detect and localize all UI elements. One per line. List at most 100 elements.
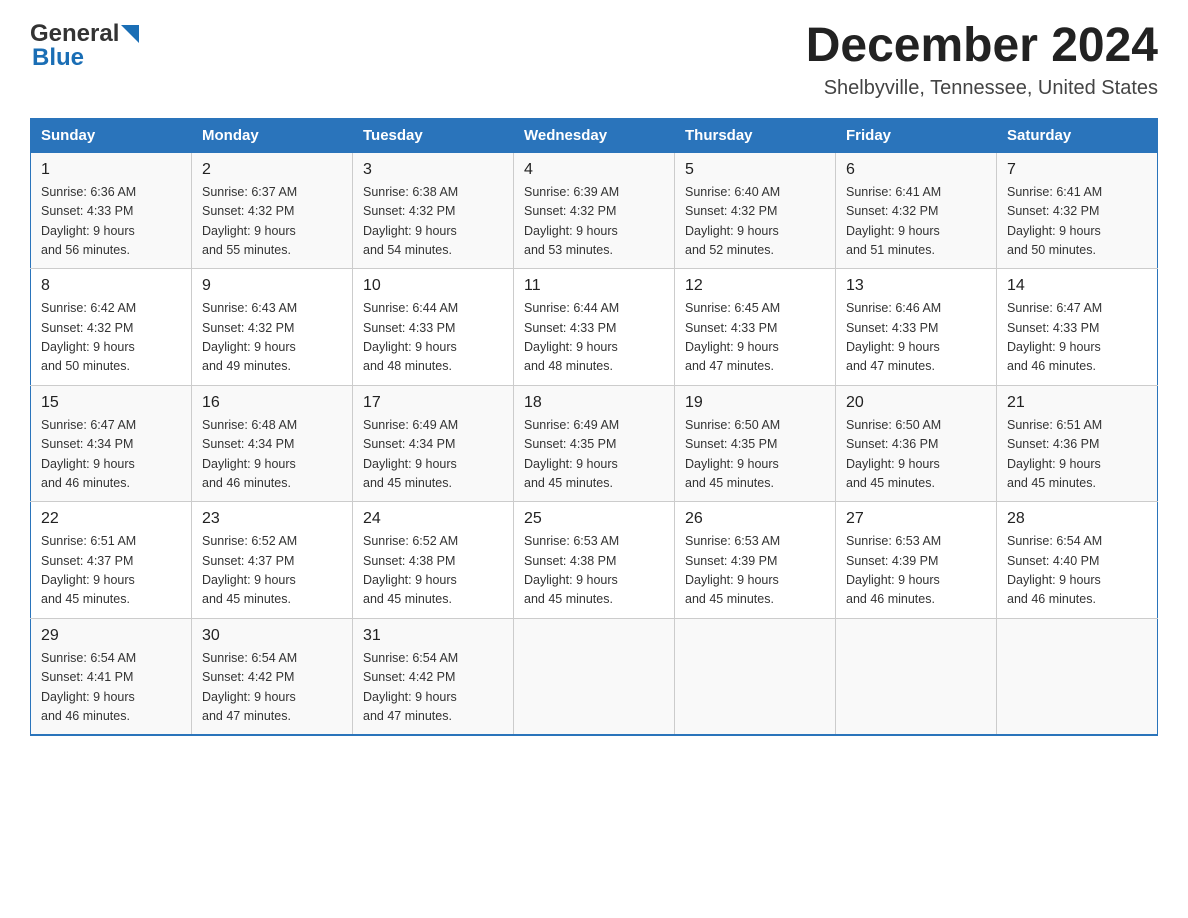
logo-blue-text: Blue bbox=[32, 44, 84, 72]
day-number: 24 bbox=[363, 510, 503, 528]
calendar-header: SundayMondayTuesdayWednesdayThursdayFrid… bbox=[31, 118, 1158, 152]
calendar-cell: 29 Sunrise: 6:54 AMSunset: 4:41 PMDayligh… bbox=[31, 618, 192, 735]
calendar-cell: 18Sunrise: 6:49 AMSunset: 4:35 PMDayligh… bbox=[514, 385, 675, 502]
calendar-cell bbox=[836, 618, 997, 735]
day-number: 6 bbox=[846, 161, 986, 179]
page-header: General Blue December 2024 Shelbyville, … bbox=[30, 20, 1158, 100]
calendar-cell bbox=[514, 618, 675, 735]
day-info: Sunrise: 6:47 AMSunset: 4:33 PMDaylight:… bbox=[1007, 299, 1147, 377]
calendar-cell: 22Sunrise: 6:51 AMSunset: 4:37 PMDayligh… bbox=[31, 502, 192, 619]
day-number: 21 bbox=[1007, 394, 1147, 412]
header-row: SundayMondayTuesdayWednesdayThursdayFrid… bbox=[31, 118, 1158, 152]
calendar-cell: 6 Sunrise: 6:41 AMSunset: 4:32 PMDaylight… bbox=[836, 152, 997, 269]
day-number: 29 bbox=[41, 627, 181, 645]
calendar-cell bbox=[675, 618, 836, 735]
calendar-cell: 8Sunrise: 6:42 AMSunset: 4:32 PMDaylight… bbox=[31, 269, 192, 386]
calendar-cell: 11Sunrise: 6:44 AMSunset: 4:33 PMDayligh… bbox=[514, 269, 675, 386]
day-info: Sunrise: 6:54 AMSunset: 4:42 PMDaylight:… bbox=[363, 649, 503, 727]
header-cell-wednesday: Wednesday bbox=[514, 118, 675, 152]
day-number: 16 bbox=[202, 394, 342, 412]
calendar-title: December 2024 bbox=[806, 20, 1158, 73]
day-info: Sunrise: 6:38 AMSunset: 4:32 PMDaylight:… bbox=[363, 183, 503, 261]
week-row-2: 8Sunrise: 6:42 AMSunset: 4:32 PMDaylight… bbox=[31, 269, 1158, 386]
day-info: Sunrise: 6:49 AMSunset: 4:34 PMDaylight:… bbox=[363, 416, 503, 494]
calendar-subtitle: Shelbyville, Tennessee, United States bbox=[806, 77, 1158, 100]
day-number: 10 bbox=[363, 277, 503, 295]
day-number: 11 bbox=[524, 277, 664, 295]
week-row-4: 22Sunrise: 6:51 AMSunset: 4:37 PMDayligh… bbox=[31, 502, 1158, 619]
week-row-5: 29 Sunrise: 6:54 AMSunset: 4:41 PMDayligh… bbox=[31, 618, 1158, 735]
day-info: Sunrise: 6:39 AMSunset: 4:32 PMDaylight:… bbox=[524, 183, 664, 261]
week-row-3: 15Sunrise: 6:47 AMSunset: 4:34 PMDayligh… bbox=[31, 385, 1158, 502]
calendar-table: SundayMondayTuesdayWednesdayThursdayFrid… bbox=[30, 118, 1158, 737]
day-info: Sunrise: 6:50 AMSunset: 4:35 PMDaylight:… bbox=[685, 416, 825, 494]
day-number: 25 bbox=[524, 510, 664, 528]
day-number: 18 bbox=[524, 394, 664, 412]
calendar-cell: 9 Sunrise: 6:43 AMSunset: 4:32 PMDaylight… bbox=[192, 269, 353, 386]
calendar-cell: 26Sunrise: 6:53 AMSunset: 4:39 PMDayligh… bbox=[675, 502, 836, 619]
calendar-cell: 13 Sunrise: 6:46 AMSunset: 4:33 PMDayligh… bbox=[836, 269, 997, 386]
day-number: 8 bbox=[41, 277, 181, 295]
day-number: 20 bbox=[846, 394, 986, 412]
calendar-cell bbox=[997, 618, 1158, 735]
header-cell-thursday: Thursday bbox=[675, 118, 836, 152]
calendar-cell: 20 Sunrise: 6:50 AMSunset: 4:36 PMDayligh… bbox=[836, 385, 997, 502]
day-info: Sunrise: 6:52 AMSunset: 4:37 PMDaylight:… bbox=[202, 532, 342, 610]
logo: General Blue bbox=[30, 20, 139, 72]
day-number: 19 bbox=[685, 394, 825, 412]
day-info: Sunrise: 6:44 AMSunset: 4:33 PMDaylight:… bbox=[363, 299, 503, 377]
day-number: 14 bbox=[1007, 277, 1147, 295]
day-number: 7 bbox=[1007, 161, 1147, 179]
day-info: Sunrise: 6:36 AMSunset: 4:33 PMDaylight:… bbox=[41, 183, 181, 261]
calendar-cell: 5 Sunrise: 6:40 AMSunset: 4:32 PMDaylight… bbox=[675, 152, 836, 269]
header-cell-sunday: Sunday bbox=[31, 118, 192, 152]
day-info: Sunrise: 6:46 AMSunset: 4:33 PMDaylight:… bbox=[846, 299, 986, 377]
calendar-cell: 17 Sunrise: 6:49 AMSunset: 4:34 PMDayligh… bbox=[353, 385, 514, 502]
day-info: Sunrise: 6:50 AMSunset: 4:36 PMDaylight:… bbox=[846, 416, 986, 494]
calendar-cell: 23 Sunrise: 6:52 AMSunset: 4:37 PMDayligh… bbox=[192, 502, 353, 619]
calendar-cell: 4 Sunrise: 6:39 AMSunset: 4:32 PMDaylight… bbox=[514, 152, 675, 269]
calendar-cell: 24Sunrise: 6:52 AMSunset: 4:38 PMDayligh… bbox=[353, 502, 514, 619]
calendar-cell: 2Sunrise: 6:37 AMSunset: 4:32 PMDaylight… bbox=[192, 152, 353, 269]
calendar-cell: 1Sunrise: 6:36 AMSunset: 4:33 PMDaylight… bbox=[31, 152, 192, 269]
day-info: Sunrise: 6:41 AMSunset: 4:32 PMDaylight:… bbox=[846, 183, 986, 261]
header-cell-tuesday: Tuesday bbox=[353, 118, 514, 152]
day-number: 3 bbox=[363, 161, 503, 179]
calendar-cell: 3 Sunrise: 6:38 AMSunset: 4:32 PMDaylight… bbox=[353, 152, 514, 269]
day-info: Sunrise: 6:54 AMSunset: 4:42 PMDaylight:… bbox=[202, 649, 342, 727]
day-number: 13 bbox=[846, 277, 986, 295]
day-number: 12 bbox=[685, 277, 825, 295]
calendar-cell: 30Sunrise: 6:54 AMSunset: 4:42 PMDayligh… bbox=[192, 618, 353, 735]
day-info: Sunrise: 6:54 AMSunset: 4:40 PMDaylight:… bbox=[1007, 532, 1147, 610]
title-block: December 2024 Shelbyville, Tennessee, Un… bbox=[806, 20, 1158, 100]
day-number: 9 bbox=[202, 277, 342, 295]
day-info: Sunrise: 6:48 AMSunset: 4:34 PMDaylight:… bbox=[202, 416, 342, 494]
calendar-cell: 7 Sunrise: 6:41 AMSunset: 4:32 PMDaylight… bbox=[997, 152, 1158, 269]
calendar-cell: 15Sunrise: 6:47 AMSunset: 4:34 PMDayligh… bbox=[31, 385, 192, 502]
calendar-cell: 14 Sunrise: 6:47 AMSunset: 4:33 PMDayligh… bbox=[997, 269, 1158, 386]
day-number: 26 bbox=[685, 510, 825, 528]
day-info: Sunrise: 6:40 AMSunset: 4:32 PMDaylight:… bbox=[685, 183, 825, 261]
day-info: Sunrise: 6:53 AMSunset: 4:38 PMDaylight:… bbox=[524, 532, 664, 610]
day-number: 4 bbox=[524, 161, 664, 179]
day-info: Sunrise: 6:51 AMSunset: 4:36 PMDaylight:… bbox=[1007, 416, 1147, 494]
calendar-cell: 27Sunrise: 6:53 AMSunset: 4:39 PMDayligh… bbox=[836, 502, 997, 619]
calendar-cell: 28Sunrise: 6:54 AMSunset: 4:40 PMDayligh… bbox=[997, 502, 1158, 619]
calendar-cell: 10 Sunrise: 6:44 AMSunset: 4:33 PMDayligh… bbox=[353, 269, 514, 386]
header-cell-friday: Friday bbox=[836, 118, 997, 152]
week-row-1: 1Sunrise: 6:36 AMSunset: 4:33 PMDaylight… bbox=[31, 152, 1158, 269]
calendar-cell: 12 Sunrise: 6:45 AMSunset: 4:33 PMDayligh… bbox=[675, 269, 836, 386]
day-number: 17 bbox=[363, 394, 503, 412]
calendar-cell: 31 Sunrise: 6:54 AMSunset: 4:42 PMDayligh… bbox=[353, 618, 514, 735]
day-number: 23 bbox=[202, 510, 342, 528]
day-info: Sunrise: 6:54 AMSunset: 4:41 PMDaylight:… bbox=[41, 649, 181, 727]
day-info: Sunrise: 6:43 AMSunset: 4:32 PMDaylight:… bbox=[202, 299, 342, 377]
day-info: Sunrise: 6:41 AMSunset: 4:32 PMDaylight:… bbox=[1007, 183, 1147, 261]
header-cell-saturday: Saturday bbox=[997, 118, 1158, 152]
day-number: 5 bbox=[685, 161, 825, 179]
day-info: Sunrise: 6:37 AMSunset: 4:32 PMDaylight:… bbox=[202, 183, 342, 261]
day-info: Sunrise: 6:45 AMSunset: 4:33 PMDaylight:… bbox=[685, 299, 825, 377]
header-cell-monday: Monday bbox=[192, 118, 353, 152]
day-number: 31 bbox=[363, 627, 503, 645]
calendar-cell: 25 Sunrise: 6:53 AMSunset: 4:38 PMDayligh… bbox=[514, 502, 675, 619]
